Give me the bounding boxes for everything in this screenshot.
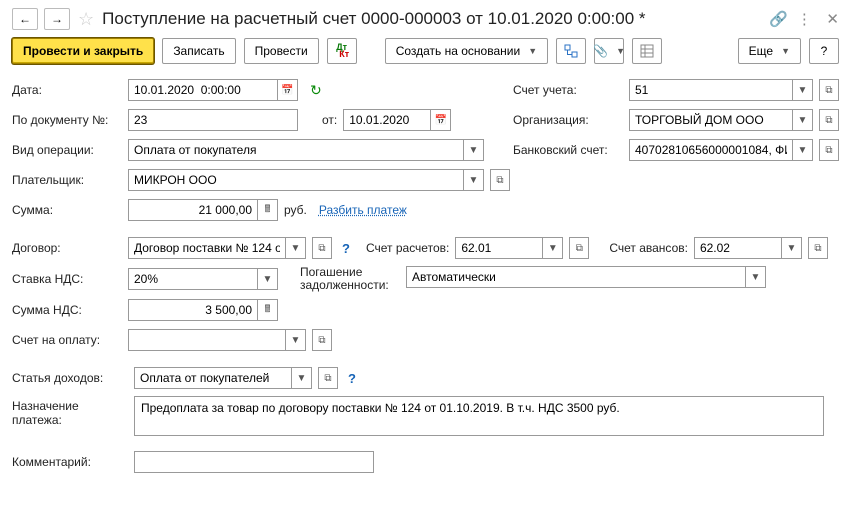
open-ref-button[interactable]: ⧉ xyxy=(312,237,332,259)
open-ref-button[interactable]: ⧉ xyxy=(808,237,828,259)
payer-label: Плательщик: xyxy=(12,173,122,187)
from-label: от: xyxy=(322,113,337,127)
vat-sum-input[interactable] xyxy=(128,299,258,321)
open-ref-button[interactable]: ⧉ xyxy=(819,79,839,101)
open-ref-button[interactable]: ⧉ xyxy=(318,367,338,389)
calendar-icon[interactable]: 📅 xyxy=(278,79,298,101)
report-button[interactable] xyxy=(632,38,662,64)
close-icon[interactable]: ✕ xyxy=(826,10,839,28)
dropdown-btn[interactable]: ▼ xyxy=(258,268,278,290)
create-based-on-button[interactable]: Создать на основании ▼ xyxy=(385,38,548,64)
account-label: Счет учета: xyxy=(513,83,623,97)
dropdown-arrow-icon: ▼ xyxy=(616,46,625,56)
org-input[interactable] xyxy=(629,109,793,131)
calculator-icon[interactable]: 🖩 xyxy=(258,299,278,321)
help-icon[interactable]: ? xyxy=(342,241,350,256)
date-input[interactable] xyxy=(128,79,278,101)
paperclip-icon: 📎 xyxy=(593,44,608,58)
dropdown-btn[interactable]: ▼ xyxy=(782,237,802,259)
open-ref-button[interactable]: ⧉ xyxy=(819,139,839,161)
dropdown-btn[interactable]: ▼ xyxy=(464,169,484,191)
dropdown-btn[interactable]: ▼ xyxy=(793,139,813,161)
payment-purpose-input[interactable] xyxy=(134,396,824,436)
create-based-label: Создать на основании xyxy=(396,44,521,58)
op-type-input[interactable] xyxy=(128,139,464,161)
open-ref-button[interactable]: ⧉ xyxy=(569,237,589,259)
org-label: Организация: xyxy=(513,113,623,127)
comment-label: Комментарий: xyxy=(12,455,128,469)
invoice-label: Счет на оплату: xyxy=(12,333,122,347)
more-label: Еще xyxy=(749,44,773,58)
save-button[interactable]: Записать xyxy=(162,38,235,64)
dtkt-icon: ДтКт xyxy=(334,44,349,58)
invoice-input[interactable] xyxy=(128,329,286,351)
doc-no-label: По документу №: xyxy=(12,113,122,127)
link-icon[interactable]: 🔗 xyxy=(768,10,788,28)
vat-rate-label: Ставка НДС: xyxy=(12,272,122,286)
grid-icon xyxy=(640,44,654,58)
dropdown-btn[interactable]: ▼ xyxy=(793,79,813,101)
attachment-button[interactable]: 📎 ▼ xyxy=(594,38,624,64)
purpose-label: Назначение платежа: xyxy=(12,396,128,427)
help-icon[interactable]: ? xyxy=(348,371,356,386)
bank-acc-label: Банковский счет: xyxy=(513,143,623,157)
calculator-icon[interactable]: 🖩 xyxy=(258,199,278,221)
comment-input[interactable] xyxy=(134,451,374,473)
doc-number-input[interactable] xyxy=(128,109,298,131)
sum-label: Сумма: xyxy=(12,203,122,217)
post-and-close-button[interactable]: Провести и закрыть xyxy=(12,38,154,64)
op-type-label: Вид операции: xyxy=(12,143,122,157)
income-item-input[interactable] xyxy=(134,367,292,389)
split-payment-link[interactable]: Разбить платеж xyxy=(319,203,407,217)
dropdown-btn[interactable]: ▼ xyxy=(464,139,484,161)
hierarchy-icon xyxy=(564,44,578,58)
settle-acc-label: Счет расчетов: xyxy=(366,241,449,255)
dropdown-arrow-icon: ▼ xyxy=(528,46,537,56)
structure-button[interactable] xyxy=(556,38,586,64)
account-input[interactable] xyxy=(629,79,793,101)
dropdown-btn[interactable]: ▼ xyxy=(746,266,766,288)
debt-repay-label-2: задолженности: xyxy=(300,279,400,292)
debt-repay-input[interactable] xyxy=(406,266,746,288)
nav-forward-button[interactable]: → xyxy=(44,8,70,30)
income-item-label: Статья доходов: xyxy=(12,371,128,385)
advance-acc-label: Счет авансов: xyxy=(609,241,688,255)
calendar-icon[interactable]: 📅 xyxy=(431,109,451,131)
dropdown-btn[interactable]: ▼ xyxy=(292,367,312,389)
payer-input[interactable] xyxy=(128,169,464,191)
dropdown-arrow-icon: ▼ xyxy=(781,46,790,56)
currency-label: руб. xyxy=(284,203,307,217)
vat-sum-label: Сумма НДС: xyxy=(12,303,122,317)
settle-acc-input[interactable] xyxy=(455,237,543,259)
kebab-menu-icon[interactable]: ⋮ xyxy=(794,10,814,28)
dropdown-btn[interactable]: ▼ xyxy=(793,109,813,131)
help-button[interactable]: ? xyxy=(809,38,839,64)
debit-credit-button[interactable]: ДтКт xyxy=(327,38,357,64)
dropdown-btn[interactable]: ▼ xyxy=(286,329,306,351)
date-label: Дата: xyxy=(12,83,122,97)
bank-acc-input[interactable] xyxy=(629,139,793,161)
post-button[interactable]: Провести xyxy=(244,38,319,64)
open-ref-button[interactable]: ⧉ xyxy=(490,169,510,191)
more-button[interactable]: Еще ▼ xyxy=(738,38,801,64)
favorite-star-icon[interactable]: ☆ xyxy=(78,9,94,30)
advance-acc-input[interactable] xyxy=(694,237,782,259)
dropdown-btn[interactable]: ▼ xyxy=(286,237,306,259)
contract-label: Договор: xyxy=(12,241,122,255)
open-ref-button[interactable]: ⧉ xyxy=(312,329,332,351)
vat-rate-input[interactable] xyxy=(128,268,258,290)
refresh-arrow-icon[interactable]: ↻ xyxy=(310,82,322,99)
doc-date-input[interactable] xyxy=(343,109,431,131)
dropdown-btn[interactable]: ▼ xyxy=(543,237,563,259)
sum-input[interactable] xyxy=(128,199,258,221)
contract-input[interactable] xyxy=(128,237,286,259)
open-ref-button[interactable]: ⧉ xyxy=(819,109,839,131)
nav-back-button[interactable]: ← xyxy=(12,8,38,30)
page-title: Поступление на расчетный счет 0000-00000… xyxy=(102,9,762,29)
